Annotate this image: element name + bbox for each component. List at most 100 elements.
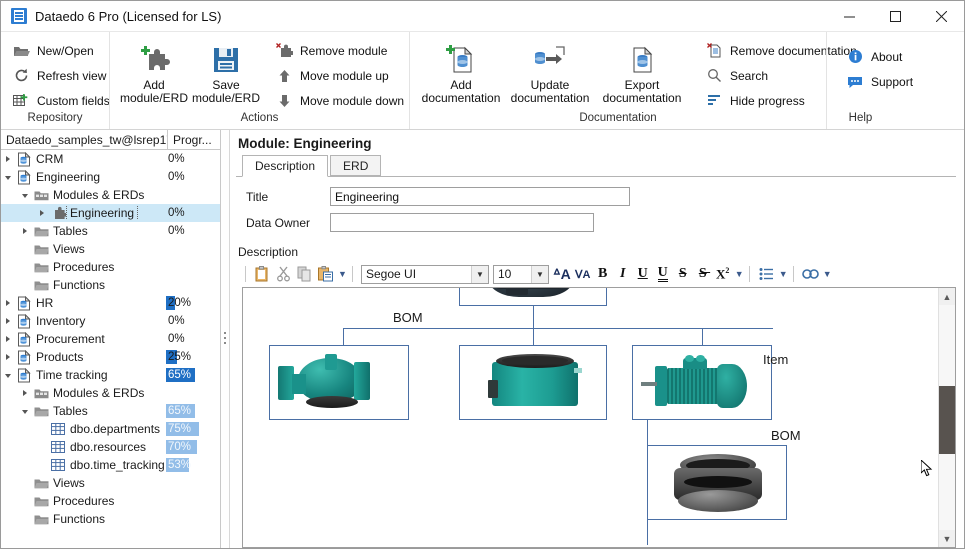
cut-icon[interactable] <box>273 264 294 284</box>
list-chevron-down-icon[interactable]: ▼ <box>777 264 790 284</box>
tree-header-name[interactable]: Dataedo_samples_tw@lsrep17 <box>1 130 168 149</box>
tree-row[interactable]: Engineering 0% <box>1 168 220 186</box>
maximize-button[interactable] <box>872 1 918 32</box>
remove-module-button[interactable]: Remove module <box>272 40 410 61</box>
tree-row[interactable]: Inventory 0% <box>1 312 220 330</box>
description-editor[interactable]: BOM Item BOM ▲ ▼ <box>242 287 956 548</box>
diagram-canvas[interactable]: BOM Item BOM <box>243 288 938 547</box>
update-documentation-button[interactable]: Update documentation <box>504 38 596 107</box>
tree-row[interactable]: Modules & ERDs <box>1 186 220 204</box>
find-chevron-down-icon[interactable]: ▼ <box>821 264 834 284</box>
double-underline-icon[interactable]: U <box>653 264 673 284</box>
chevron-right-icon[interactable] <box>18 228 32 234</box>
scroll-up-arrow[interactable]: ▲ <box>939 288 955 305</box>
description-label: Description <box>238 245 299 259</box>
tree-row[interactable]: Time tracking 65% <box>1 366 220 384</box>
font-more-chevron-down-icon[interactable]: ▼ <box>733 264 746 284</box>
move-module-down-button[interactable]: Move module down <box>272 90 410 111</box>
tree-row[interactable]: Tables 0% <box>1 222 220 240</box>
title-input[interactable]: Engineering <box>330 187 630 206</box>
module-form: Title Engineering Data Owner <box>236 177 956 239</box>
font-size-select[interactable]: 10 ▼ <box>493 264 549 284</box>
tree-row[interactable]: Views <box>1 240 220 258</box>
motor-node[interactable] <box>632 345 772 420</box>
about-button[interactable]: About <box>843 46 919 67</box>
tree-rows[interactable]: CRM 0% Engineering 0% Modules & ERDs Engineer… <box>1 150 220 548</box>
tree-row-label: Views <box>53 242 85 256</box>
scrollbar-thumb[interactable] <box>939 386 955 454</box>
save-module-erd-button[interactable]: Save module/ERD <box>190 38 262 107</box>
pump-housing-node[interactable] <box>459 345 607 420</box>
database-doc-icon <box>15 349 33 365</box>
chevron-right-icon[interactable] <box>1 354 15 360</box>
tree-row[interactable]: HR 20% <box>1 294 220 312</box>
font-family-chevron-down-icon[interactable]: ▼ <box>471 265 488 283</box>
minimize-button[interactable] <box>826 1 872 32</box>
close-button[interactable] <box>918 1 964 32</box>
support-button[interactable]: Support <box>843 71 919 92</box>
shrink-font-icon[interactable]: ᐯA <box>573 264 593 284</box>
chevron-down-icon[interactable] <box>1 373 15 378</box>
chevron-right-icon[interactable] <box>1 300 15 306</box>
paste-options-chevron-down-icon[interactable]: ▼ <box>336 264 349 284</box>
underline-icon[interactable]: U <box>633 264 653 284</box>
tree-row[interactable]: Modules & ERDs <box>1 384 220 402</box>
tree-row[interactable]: Procedures <box>1 258 220 276</box>
panel-splitter[interactable] <box>221 130 230 548</box>
chevron-right-icon[interactable] <box>1 336 15 342</box>
tree-row[interactable]: dbo.time_tracking 53% <box>1 456 220 474</box>
folder-icon <box>32 279 50 292</box>
find-icon[interactable] <box>800 264 821 284</box>
add-module-erd-button[interactable]: Add module/ERD <box>118 38 190 107</box>
tree-row[interactable]: Functions <box>1 276 220 294</box>
tree-row[interactable]: Tables 65% <box>1 402 220 420</box>
strikethrough-icon[interactable]: S <box>673 264 693 284</box>
tree-row-main: dbo.time_tracking <box>1 458 166 472</box>
paste-special-icon[interactable] <box>315 264 336 284</box>
bulleted-list-icon[interactable] <box>756 264 777 284</box>
ribbon-group-help: About Support Help <box>826 32 964 129</box>
tab-erd[interactable]: ERD <box>330 155 382 176</box>
tree-header-progress[interactable]: Progr... <box>168 130 220 149</box>
double-strikethrough-icon[interactable]: S̶ <box>693 264 713 284</box>
chevron-down-icon[interactable] <box>18 193 32 198</box>
tree-row[interactable]: Procurement 0% <box>1 330 220 348</box>
scrollbar-track[interactable] <box>939 305 955 530</box>
font-family-select[interactable]: Segoe UI ▼ <box>361 264 489 284</box>
pump-assembly-node[interactable] <box>459 288 607 306</box>
italic-icon[interactable]: I <box>613 264 633 284</box>
pump-casing-node[interactable] <box>269 345 409 420</box>
tab-description[interactable]: Description <box>242 155 329 177</box>
chevron-down-icon[interactable] <box>1 175 15 180</box>
tree-row[interactable]: CRM 0% <box>1 150 220 168</box>
tree-row[interactable]: Views <box>1 474 220 492</box>
bold-icon[interactable]: B <box>593 264 613 284</box>
move-module-up-button[interactable]: Move module up <box>272 65 410 86</box>
tree-row[interactable]: Products 25% <box>1 348 220 366</box>
chevron-right-icon[interactable] <box>1 318 15 324</box>
chevron-right-icon[interactable] <box>35 210 49 216</box>
impeller-node[interactable] <box>647 445 787 520</box>
tree-row[interactable]: Procedures <box>1 492 220 510</box>
tree-row[interactable]: Engineering 0% <box>1 204 220 222</box>
chevron-down-icon[interactable] <box>18 409 32 414</box>
chevron-right-icon[interactable] <box>18 390 32 396</box>
new-open-button[interactable]: New/Open <box>9 40 116 61</box>
tree-row[interactable]: Functions <box>1 510 220 528</box>
custom-fields-button[interactable]: Custom fields <box>9 90 116 111</box>
grow-font-icon[interactable]: ᐞA <box>551 264 573 284</box>
tree-row[interactable]: dbo.resources 70% <box>1 438 220 456</box>
data-owner-input[interactable] <box>330 213 594 232</box>
superscript-icon[interactable]: X2 <box>713 264 733 284</box>
scroll-down-arrow[interactable]: ▼ <box>939 530 955 547</box>
refresh-view-button[interactable]: Refresh view <box>9 65 116 86</box>
chevron-right-icon[interactable] <box>1 156 15 162</box>
copy-icon[interactable] <box>294 264 315 284</box>
tree-row-main: Procurement <box>1 331 166 347</box>
editor-vertical-scrollbar[interactable]: ▲ ▼ <box>938 288 955 547</box>
export-documentation-button[interactable]: Export documentation <box>596 38 688 107</box>
paste-icon[interactable] <box>252 264 273 284</box>
font-size-chevron-down-icon[interactable]: ▼ <box>531 265 548 283</box>
add-documentation-button[interactable]: Add documentation <box>418 38 504 107</box>
tree-row[interactable]: dbo.departments 75% <box>1 420 220 438</box>
